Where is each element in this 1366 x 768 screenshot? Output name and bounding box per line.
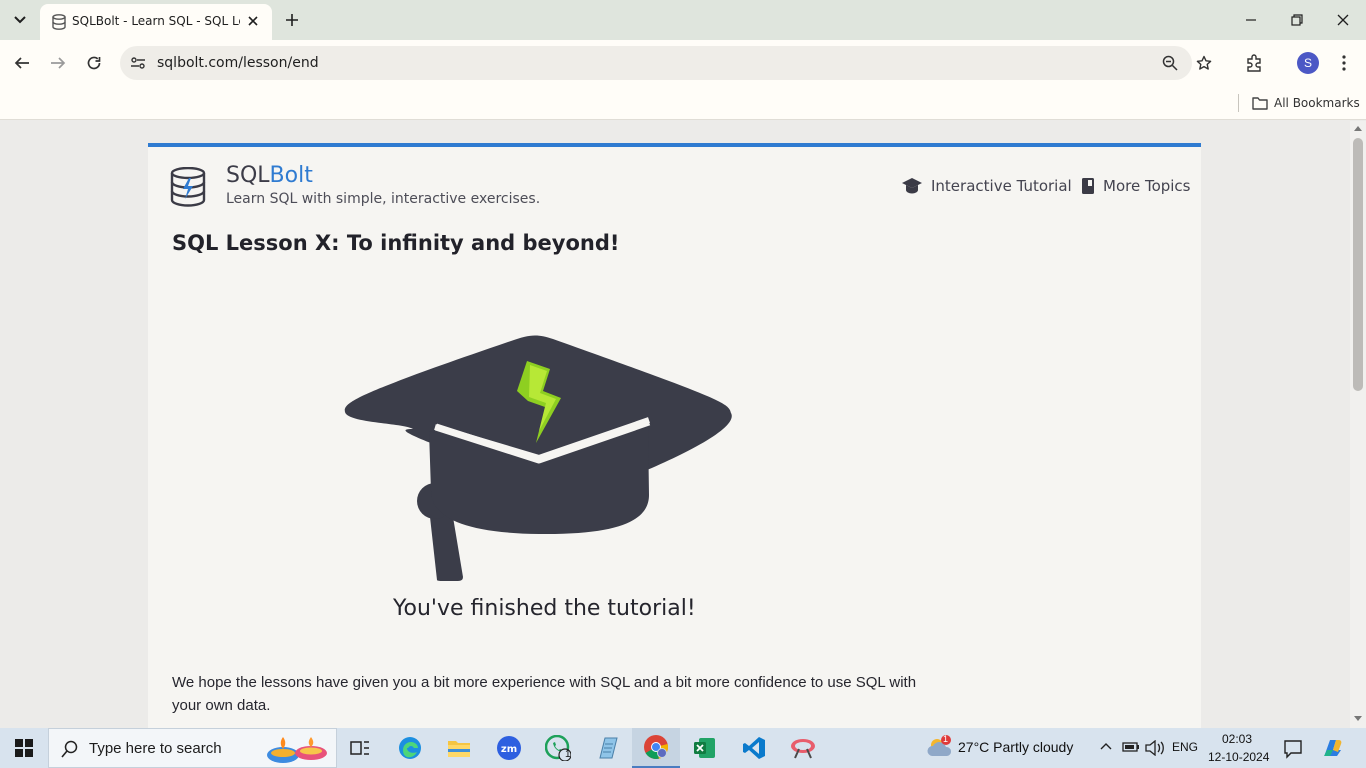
site-name-prefix: SQL xyxy=(226,163,270,188)
weather-text[interactable]: 27°C Partly cloudy xyxy=(958,739,1073,755)
svg-text:zm: zm xyxy=(501,744,517,755)
snipping-tool-icon[interactable] xyxy=(779,728,827,768)
battery-icon[interactable] xyxy=(1122,741,1140,753)
closing-paragraph: We hope the lessons have given you a bit… xyxy=(172,674,917,714)
edge-icon[interactable] xyxy=(386,728,434,768)
vscode-icon[interactable] xyxy=(730,728,778,768)
profile-avatar[interactable]: S xyxy=(1297,52,1319,74)
site-name-accent: Bolt xyxy=(269,163,313,188)
content-card: SQLBolt Learn SQL with simple, interacti… xyxy=(148,143,1201,728)
zoom-app-icon[interactable]: zm xyxy=(485,728,533,768)
tab-search-dropdown-icon[interactable] xyxy=(8,8,32,32)
graduation-cap-illustration xyxy=(343,315,735,581)
zoom-icon[interactable] xyxy=(1162,55,1178,71)
nav-label: More Topics xyxy=(1103,177,1191,195)
search-icon xyxy=(61,740,79,758)
speaker-icon[interactable] xyxy=(1145,740,1165,756)
finished-message: You've finished the tutorial! xyxy=(393,596,696,621)
nav-more-topics[interactable]: More Topics xyxy=(1081,177,1191,195)
sqlbolt-logo-icon[interactable] xyxy=(170,167,206,207)
page-title: SQL Lesson X: To infinity and beyond! xyxy=(172,231,620,255)
close-icon[interactable] xyxy=(246,14,260,28)
clock-time[interactable]: 02:03 xyxy=(1222,732,1252,746)
chrome-icon[interactable] xyxy=(632,728,680,768)
bookmarks-separator xyxy=(1238,94,1239,112)
windows-taskbar: Type here to search zm 1 1 27°C Partly c… xyxy=(0,728,1366,768)
graduation-cap-icon xyxy=(901,177,923,195)
browser-tab[interactable]: SQLBolt - Learn SQL - SQL Less xyxy=(40,4,272,40)
taskbar-search-box[interactable]: Type here to search xyxy=(48,728,337,768)
address-bar[interactable]: sqlbolt.com/lesson/end xyxy=(120,46,1192,80)
weather-partly-cloudy-icon[interactable]: 1 xyxy=(926,734,954,760)
site-favicon-icon xyxy=(52,14,66,30)
kebab-menu-icon[interactable] xyxy=(1332,51,1356,75)
minimize-icon[interactable] xyxy=(1228,0,1274,40)
excel-icon[interactable] xyxy=(681,728,729,768)
task-view-icon[interactable] xyxy=(336,728,384,768)
folder-icon xyxy=(1252,96,1268,110)
windows-start-icon[interactable] xyxy=(0,728,48,768)
all-bookmarks-button[interactable]: All Bookmarks xyxy=(1252,92,1360,114)
diwali-lamp-icon[interactable] xyxy=(265,733,329,765)
whatsapp-icon[interactable]: 1 xyxy=(534,728,582,768)
nav-label: Interactive Tutorial xyxy=(931,177,1072,195)
file-explorer-icon[interactable] xyxy=(435,728,483,768)
browser-toolbar: sqlbolt.com/lesson/end S xyxy=(0,40,1366,86)
restore-icon[interactable] xyxy=(1274,0,1320,40)
weather-badge: 1 xyxy=(943,734,949,744)
page-scrollbar[interactable] xyxy=(1350,121,1366,728)
back-icon[interactable] xyxy=(10,51,34,75)
scroll-down-arrow-icon[interactable] xyxy=(1354,716,1362,722)
all-bookmarks-label: All Bookmarks xyxy=(1274,96,1360,110)
url-text[interactable]: sqlbolt.com/lesson/end xyxy=(157,55,319,71)
book-icon xyxy=(1081,177,1095,195)
tab-title: SQLBolt - Learn SQL - SQL Less xyxy=(72,14,240,28)
notification-center-icon[interactable] xyxy=(1283,739,1303,759)
nav-interactive-tutorial[interactable]: Interactive Tutorial xyxy=(901,177,1072,195)
chevron-up-icon[interactable] xyxy=(1100,742,1112,750)
forward-icon[interactable] xyxy=(46,51,70,75)
search-placeholder: Type here to search xyxy=(89,740,222,757)
scroll-up-arrow-icon[interactable] xyxy=(1354,125,1362,131)
whatsapp-badge: 1 xyxy=(565,749,571,760)
site-tagline: Learn SQL with simple, interactive exerc… xyxy=(226,191,541,207)
window-close-icon[interactable] xyxy=(1320,0,1366,40)
page-viewport: SQLBolt Learn SQL with simple, interacti… xyxy=(0,121,1350,728)
notepad-icon[interactable] xyxy=(583,728,631,768)
clock-date[interactable]: 12-10-2024 xyxy=(1208,750,1269,764)
language-indicator[interactable]: ENG xyxy=(1172,740,1198,754)
site-name[interactable]: SQLBolt xyxy=(226,163,313,188)
site-info-icon[interactable] xyxy=(130,55,146,71)
extensions-icon[interactable] xyxy=(1242,51,1266,75)
scrollbar-thumb[interactable] xyxy=(1353,138,1363,391)
reload-icon[interactable] xyxy=(82,51,106,75)
copilot-icon[interactable] xyxy=(1321,736,1345,760)
bookmarks-bar: All Bookmarks xyxy=(0,86,1366,120)
bookmark-star-icon[interactable] xyxy=(1192,51,1216,75)
new-tab-icon[interactable] xyxy=(280,8,304,32)
browser-title-bar: SQLBolt - Learn SQL - SQL Less xyxy=(0,0,1366,40)
